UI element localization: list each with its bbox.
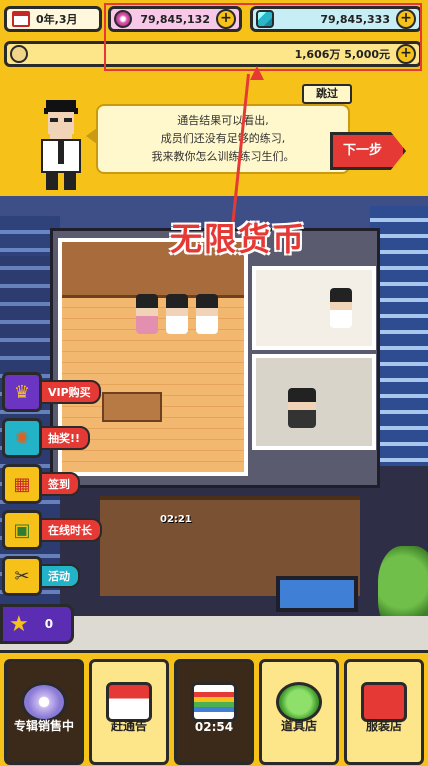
calendar-icon (106, 682, 152, 722)
recording-room[interactable] (252, 354, 376, 450)
side-item-online[interactable]: ▣ 在线时长 (2, 510, 102, 550)
scissors-icon: ✂ (2, 556, 42, 596)
skip-button[interactable]: 跳过 (302, 84, 352, 104)
tab-label-clothing-shop: 服装店 (365, 719, 402, 733)
calendar-icon (12, 11, 30, 27)
trainee-2[interactable] (166, 294, 188, 334)
side-label-online: 在线时长 (40, 518, 102, 542)
tab-item-shop[interactable]: 道具店 (259, 659, 339, 765)
calendar-icon: ▦ (2, 464, 42, 504)
side-item-lottery[interactable]: ✺ 抽奖!! (2, 418, 91, 458)
side-item-vip[interactable]: ♛ VIP购买 (2, 372, 101, 412)
tab-label-timer: 02:54 (194, 720, 234, 734)
staff-member[interactable] (330, 288, 352, 328)
scene-timer: 02:21 (160, 514, 192, 525)
top-hud: 0年,3月 79,845,132 + 79,845,333 + 1,606万 5… (0, 0, 428, 196)
tab-schedule[interactable]: 赶通告 (89, 659, 169, 765)
side-label-lottery: 抽奖!! (40, 426, 91, 450)
bottom-bar: 专辑销售中 赶通告 02:54 道具店 服装店 (0, 650, 428, 766)
rainbow-icon (191, 682, 237, 722)
date-display: 0年,3月 (4, 6, 102, 32)
tab-label-item-shop: 道具店 (280, 719, 317, 733)
producer[interactable] (288, 388, 316, 428)
star-icon: ★ (9, 611, 29, 637)
crown-icon: ♛ (2, 372, 42, 412)
side-label-vip: VIP购买 (40, 380, 101, 404)
dialog-line-2: 成员们还没有足够的练习, (160, 132, 286, 145)
dialog-bubble: 通告结果可以看出, 成员们还没有足够的练习, 我来教你怎么训练练习生们。 (96, 104, 350, 174)
disc-icon (21, 682, 67, 722)
tab-label-album: 专辑销售中 (13, 719, 74, 733)
side-item-checkin[interactable]: ▦ 签到 (2, 464, 80, 504)
star-counter[interactable]: ★ 0 (0, 604, 74, 644)
dialog-line-1: 通告结果可以看出, (177, 114, 269, 127)
dialog-line-3: 我来教你怎么训练练习生们。 (151, 150, 295, 163)
tab-album-sales[interactable]: 专辑销售中 (4, 659, 84, 765)
shirt-icon (361, 682, 407, 722)
side-label-event: 活动 (40, 564, 80, 588)
trainee-1[interactable] (136, 294, 158, 334)
tab-clothing-shop[interactable]: 服装店 (344, 659, 424, 765)
gift-icon: ▣ (2, 510, 42, 550)
side-label-checkin: 签到 (40, 472, 80, 496)
manager-character (41, 100, 81, 190)
highlight-box (104, 3, 422, 71)
office-room[interactable] (252, 266, 376, 350)
annotation-text: 无限货币 (170, 220, 307, 258)
annotation-arrow-head (250, 66, 264, 80)
star-value: 0 (44, 617, 54, 631)
trainee-3[interactable] (196, 294, 218, 334)
tab-timer[interactable]: 02:54 (174, 659, 254, 765)
clover-icon (276, 682, 322, 722)
tab-label-schedule: 赶通告 (110, 719, 147, 733)
lottery-icon: ✺ (2, 418, 42, 458)
desk (102, 392, 162, 422)
agency-sign (276, 576, 358, 612)
next-step-button[interactable]: 下一步 (330, 132, 406, 170)
side-item-event[interactable]: ✂ 活动 (2, 556, 80, 596)
date-text: 0年,3月 (36, 13, 78, 26)
coin-icon (10, 45, 28, 63)
